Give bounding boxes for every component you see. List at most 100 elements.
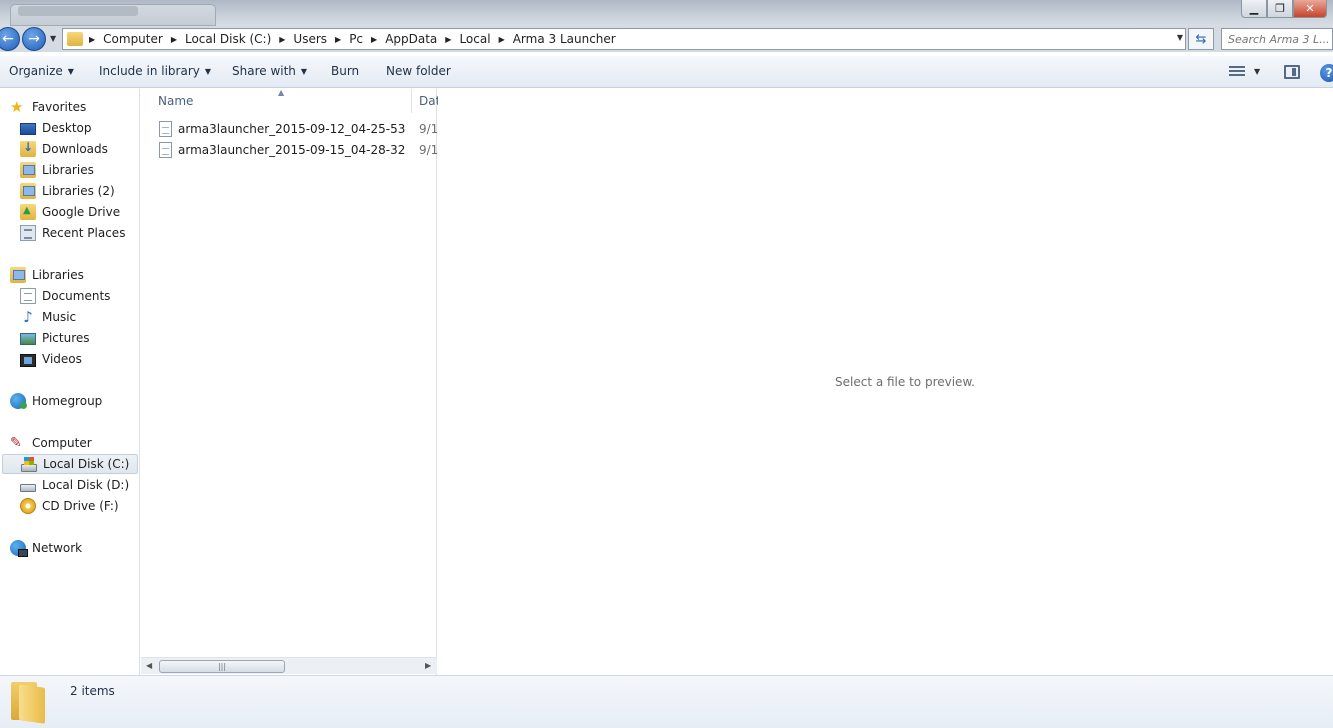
music-note-icon: ♪ bbox=[23, 308, 33, 326]
back-button[interactable]: ← bbox=[0, 27, 20, 51]
sidebar-header-network: Network bbox=[32, 541, 83, 555]
minimize-button[interactable]: ▁ bbox=[1241, 0, 1267, 18]
sidebar-favorites[interactable]: ★ Favorites bbox=[10, 97, 146, 117]
libraries-folder-icon bbox=[20, 162, 36, 178]
sidebar-item-label: Local Disk (C:) bbox=[43, 457, 130, 471]
change-view-icon[interactable] bbox=[1229, 66, 1245, 78]
background-window-title bbox=[18, 6, 138, 16]
breadcrumb-separator-icon[interactable]: ▶ bbox=[279, 35, 285, 44]
sidebar-item-local-disk-c[interactable]: Local Disk (C:) bbox=[2, 454, 138, 474]
sidebar-item-google-drive[interactable]: Google Drive bbox=[20, 202, 156, 222]
scroll-left-icon[interactable]: ◀ bbox=[146, 661, 152, 670]
address-bar[interactable]: ▶ Computer ▶ Local Disk (C:) ▶ Users ▶ P… bbox=[62, 28, 1186, 50]
sidebar-item-cd-drive-f[interactable]: CD Drive (F:) bbox=[20, 496, 156, 516]
new-folder-button[interactable]: New folder bbox=[386, 64, 451, 78]
sidebar-item-libraries[interactable]: Libraries bbox=[20, 160, 156, 180]
breadcrumb-users[interactable]: Users bbox=[293, 32, 327, 46]
sidebar-header-libraries: Libraries bbox=[32, 268, 84, 282]
file-row[interactable]: arma3launcher_2015-09-15_04-28-32 bbox=[159, 140, 405, 160]
search-box[interactable] bbox=[1221, 28, 1333, 50]
sidebar-network[interactable]: Network bbox=[10, 538, 146, 558]
search-input[interactable] bbox=[1222, 29, 1332, 49]
refresh-icon: ⇆ bbox=[1195, 31, 1207, 47]
include-in-library-label: Include in library bbox=[99, 64, 200, 78]
breadcrumb-local[interactable]: Local bbox=[459, 32, 490, 46]
refresh-button[interactable]: ⇆ bbox=[1188, 28, 1214, 50]
share-with-label: Share with bbox=[232, 64, 296, 78]
sidebar-item-label: Google Drive bbox=[42, 205, 121, 219]
file-name: arma3launcher_2015-09-15_04-28-32 bbox=[178, 143, 406, 157]
sidebar-homegroup[interactable]: Homegroup bbox=[10, 391, 146, 411]
sidebar-item-label: Recent Places bbox=[42, 226, 126, 240]
forward-button[interactable]: → bbox=[22, 27, 46, 51]
sidebar-item-recent-places[interactable]: Recent Places bbox=[20, 223, 156, 243]
sidebar-item-pictures[interactable]: Pictures bbox=[20, 328, 156, 348]
sidebar-computer[interactable]: ✎ Computer bbox=[10, 433, 146, 453]
help-icon[interactable]: ? bbox=[1320, 64, 1333, 82]
back-arrow-icon: ← bbox=[2, 31, 14, 47]
sidebar-item-label: Downloads bbox=[42, 142, 108, 156]
breadcrumb-separator-icon[interactable]: ▶ bbox=[335, 35, 341, 44]
documents-icon bbox=[20, 288, 36, 304]
chevron-down-icon: ▼ bbox=[300, 66, 308, 76]
sort-ascending-icon: ▲ bbox=[278, 88, 285, 97]
libraries-folder-icon bbox=[20, 183, 36, 199]
recent-places-icon bbox=[20, 225, 36, 241]
breadcrumb-separator-icon[interactable]: ▶ bbox=[171, 35, 177, 44]
breadcrumb-separator-icon[interactable]: ▶ bbox=[371, 35, 377, 44]
preview-pane-toggle-icon[interactable] bbox=[1284, 65, 1300, 79]
maximize-button[interactable]: ❐ bbox=[1267, 0, 1293, 18]
horizontal-scrollbar[interactable]: ◀ ||| ▶ bbox=[141, 657, 437, 674]
breadcrumb-pc[interactable]: Pc bbox=[349, 32, 363, 46]
libraries-icon bbox=[10, 267, 26, 283]
item-count: 2 items bbox=[70, 684, 115, 698]
star-icon: ★ bbox=[10, 98, 24, 116]
scrollbar-thumb[interactable]: ||| bbox=[159, 660, 285, 673]
sidebar-header-homegroup: Homegroup bbox=[32, 394, 103, 408]
breadcrumb-computer[interactable]: Computer bbox=[103, 32, 163, 46]
chevron-down-icon: ▼ bbox=[204, 66, 212, 76]
breadcrumb-separator-icon[interactable]: ▶ bbox=[89, 35, 95, 44]
share-with-button[interactable]: Share with ▼ bbox=[232, 64, 307, 78]
sidebar-item-downloads[interactable]: Downloads bbox=[20, 139, 156, 159]
recent-pages-dropdown-icon[interactable]: ▼ bbox=[50, 34, 56, 43]
sidebar-item-desktop[interactable]: Desktop bbox=[20, 118, 156, 138]
sidebar-item-documents[interactable]: Documents bbox=[20, 286, 156, 306]
close-button[interactable]: ✕ bbox=[1293, 0, 1327, 18]
network-icon bbox=[10, 540, 28, 557]
sidebar-item-label: Libraries (2) bbox=[42, 184, 115, 198]
file-date: 9/1 bbox=[419, 122, 439, 136]
sidebar-item-label: Documents bbox=[42, 289, 111, 303]
sidebar-item-libraries-2[interactable]: Libraries (2) bbox=[20, 181, 156, 201]
sidebar-item-label: Desktop bbox=[42, 121, 92, 135]
breadcrumb-arma-3-launcher[interactable]: Arma 3 Launcher bbox=[513, 32, 616, 46]
sidebar-item-label: Local Disk (D:) bbox=[42, 478, 130, 492]
scroll-right-icon[interactable]: ▶ bbox=[425, 661, 431, 670]
file-row[interactable]: arma3launcher_2015-09-12_04-25-53 bbox=[159, 119, 405, 139]
organize-button[interactable]: Organize ▼ bbox=[9, 64, 74, 78]
sidebar-item-music[interactable]: ♪ Music bbox=[20, 307, 156, 327]
column-header-name[interactable]: Name bbox=[158, 89, 193, 113]
breadcrumb-local-disk-c[interactable]: Local Disk (C:) bbox=[185, 32, 271, 46]
column-divider[interactable] bbox=[411, 89, 412, 113]
address-dropdown-icon[interactable]: ▼ bbox=[1177, 33, 1183, 42]
sidebar-libraries[interactable]: Libraries bbox=[10, 265, 146, 285]
view-options-dropdown-icon[interactable]: ▼ bbox=[1254, 67, 1260, 76]
breadcrumb-separator-icon[interactable]: ▶ bbox=[499, 35, 505, 44]
sidebar-item-label: Music bbox=[42, 310, 77, 324]
preview-message: Select a file to preview. bbox=[835, 375, 975, 389]
forward-arrow-icon: → bbox=[28, 31, 40, 47]
breadcrumb-appdata[interactable]: AppData bbox=[385, 32, 437, 46]
sidebar-item-local-disk-d[interactable]: Local Disk (D:) bbox=[20, 475, 156, 495]
include-in-library-button[interactable]: Include in library ▼ bbox=[99, 64, 211, 78]
breadcrumb-separator-icon[interactable]: ▶ bbox=[445, 35, 451, 44]
sidebar-item-label: Pictures bbox=[42, 331, 90, 345]
sidebar-item-label: CD Drive (F:) bbox=[42, 499, 119, 513]
windows-drive-icon bbox=[21, 456, 37, 472]
breadcrumb: ▶ Computer ▶ Local Disk (C:) ▶ Users ▶ P… bbox=[87, 31, 622, 47]
burn-button[interactable]: Burn bbox=[331, 64, 359, 78]
address-row: ← → ▼ ▶ Computer ▶ Local Disk (C:) ▶ Use… bbox=[0, 26, 1333, 52]
sidebar-header-computer: Computer bbox=[32, 436, 92, 450]
file-list-pane: Name ▲ Dat arma3launcher_2015-09-12_04-2… bbox=[141, 88, 440, 675]
sidebar-item-videos[interactable]: Videos bbox=[20, 349, 156, 369]
